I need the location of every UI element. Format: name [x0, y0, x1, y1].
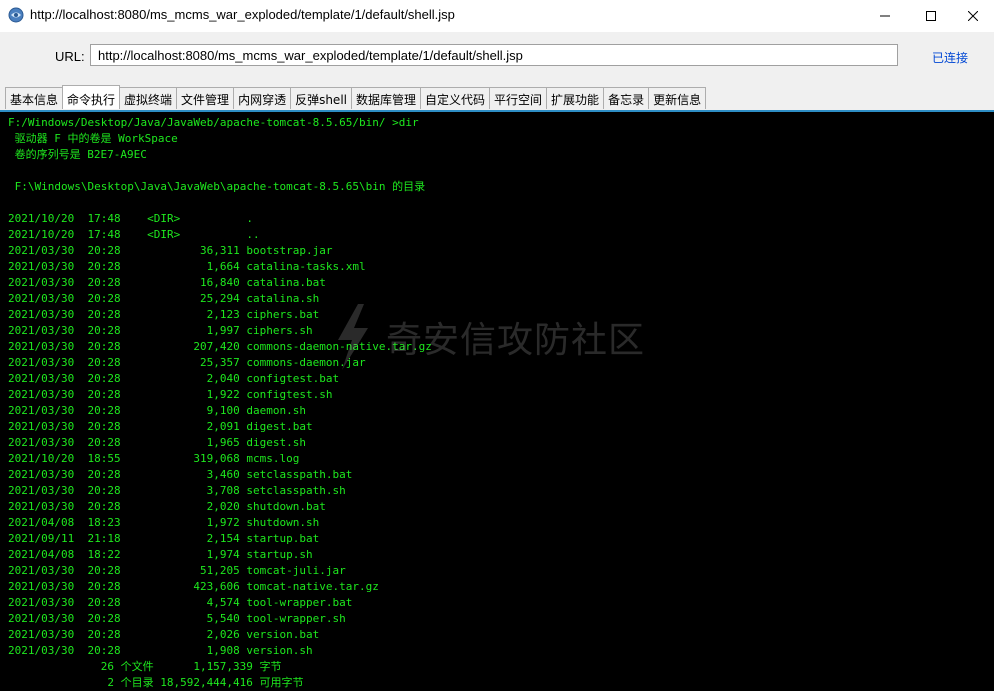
url-bar: URL: http://localhost:8080/ms_mcms_war_e…	[0, 32, 994, 82]
maximize-button[interactable]	[908, 0, 954, 32]
tab-parallel-space[interactable]: 平行空间	[489, 87, 548, 109]
url-label: URL:	[55, 49, 85, 64]
app-icon	[8, 7, 24, 23]
tab-memo[interactable]: 备忘录	[603, 87, 650, 109]
tab-reverse-shell[interactable]: 反弹shell	[290, 87, 352, 109]
connection-status-link[interactable]: 已连接	[932, 49, 968, 66]
tab-custom-code[interactable]: 自定义代码	[420, 87, 491, 109]
tab-file-manager[interactable]: 文件管理	[176, 87, 235, 109]
tab-virtual-terminal[interactable]: 虚拟终端	[119, 87, 178, 109]
command-console[interactable]: F:/Windows/Desktop/Java/JavaWeb/apache-t…	[0, 110, 994, 691]
minimize-button[interactable]	[862, 0, 908, 32]
watermark: 奇安信攻防社区	[328, 302, 645, 372]
watermark-text: 奇安信攻防社区	[386, 320, 646, 361]
tab-intranet-tunnel[interactable]: 内网穿透	[233, 87, 292, 109]
maximize-icon	[926, 11, 936, 21]
tab-update-info[interactable]: 更新信息	[648, 87, 707, 109]
tab-command-exec[interactable]: 命令执行	[62, 85, 121, 109]
tab-bar: 基本信息 命令执行 虚拟终端 文件管理 内网穿透 反弹shell 数据库管理 自…	[0, 82, 994, 110]
window-title: http://localhost:8080/ms_mcms_war_explod…	[30, 7, 455, 22]
url-input[interactable]: http://localhost:8080/ms_mcms_war_explod…	[90, 44, 898, 66]
watermark-logo-icon	[338, 304, 368, 370]
close-icon	[968, 11, 978, 21]
console-output[interactable]: F:/Windows/Desktop/Java/JavaWeb/apache-t…	[8, 115, 432, 691]
tab-basic-info[interactable]: 基本信息	[5, 87, 64, 109]
tab-database-manager[interactable]: 数据库管理	[351, 87, 422, 109]
title-bar: http://localhost:8080/ms_mcms_war_explod…	[0, 0, 994, 32]
minimize-icon	[880, 15, 890, 17]
tab-extensions[interactable]: 扩展功能	[546, 87, 605, 109]
close-button[interactable]	[950, 0, 994, 32]
